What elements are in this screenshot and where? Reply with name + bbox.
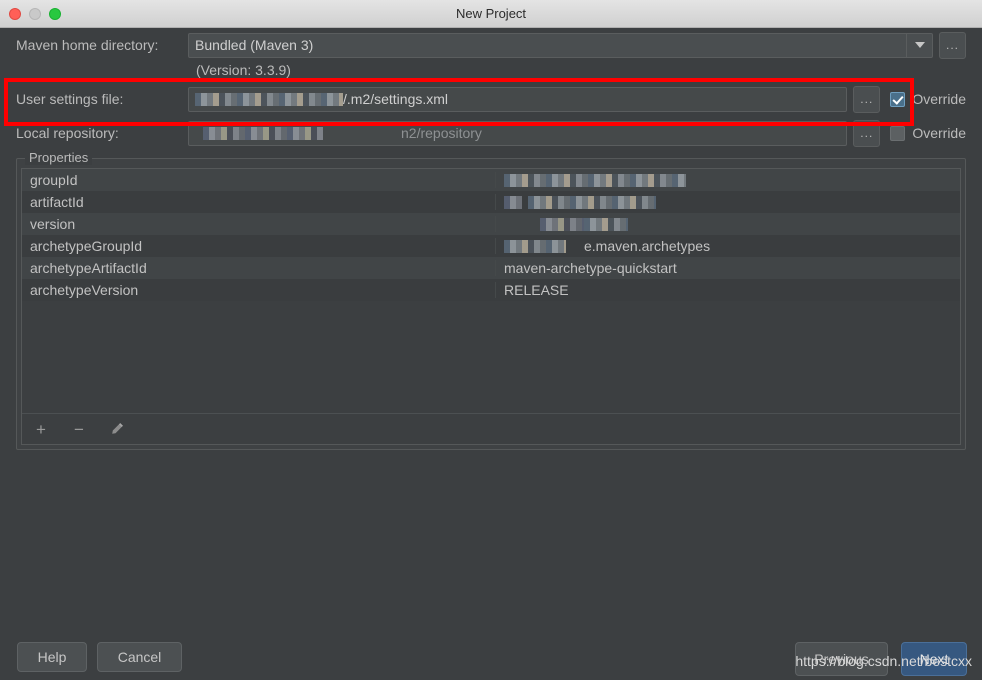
property-key: archetypeArtifactId bbox=[22, 260, 496, 276]
redacted-path-prefix bbox=[195, 92, 343, 106]
new-project-dialog: Maven home directory: Bundled (Maven 3) … bbox=[0, 28, 982, 680]
maven-home-browse-button[interactable]: ... bbox=[939, 31, 966, 59]
local-repository-override-group[interactable]: Override bbox=[890, 125, 966, 141]
watermark-text: https://blog.csdn.net/bestcxx bbox=[795, 653, 972, 669]
properties-toolbar: + − bbox=[22, 413, 960, 444]
local-repository-browse-button[interactable]: ... bbox=[853, 119, 881, 147]
table-row[interactable]: archetypeGroupId e.maven.archetypes bbox=[22, 235, 960, 257]
dialog-footer: Help Cancel Previous Next https://blog.c… bbox=[0, 626, 982, 680]
local-repository-value: n2/repository bbox=[401, 125, 482, 141]
help-button[interactable]: Help bbox=[17, 642, 87, 672]
maven-home-directory-combo[interactable]: Bundled (Maven 3) bbox=[188, 32, 933, 58]
window-controls bbox=[9, 7, 61, 20]
redacted-repo-prefix bbox=[203, 126, 323, 140]
local-repository-label: Local repository: bbox=[16, 125, 119, 141]
minimize-window-button[interactable] bbox=[29, 7, 41, 20]
table-row[interactable]: archetypeArtifactId maven-archetype-quic… bbox=[22, 257, 960, 279]
table-row[interactable]: artifactId bbox=[22, 191, 960, 213]
user-settings-browse-button[interactable]: ... bbox=[853, 85, 881, 113]
maven-home-directory-row: Maven home directory: Bundled (Maven 3) … bbox=[0, 28, 982, 62]
table-row[interactable]: version bbox=[22, 213, 960, 235]
property-key: archetypeGroupId bbox=[22, 238, 496, 254]
remove-property-icon[interactable]: − bbox=[70, 420, 88, 438]
user-settings-file-input[interactable]: /.m2/settings.xml bbox=[188, 86, 848, 112]
chevron-down-icon[interactable] bbox=[906, 33, 932, 57]
property-key: version bbox=[22, 216, 496, 232]
properties-panel: Properties groupId artifactId version ar… bbox=[16, 150, 966, 450]
close-window-button[interactable] bbox=[9, 7, 21, 20]
add-property-icon[interactable]: + bbox=[32, 420, 50, 438]
property-key: groupId bbox=[22, 172, 496, 188]
table-row[interactable]: archetypeVersion RELEASE bbox=[22, 279, 960, 301]
properties-table[interactable]: groupId artifactId version archetypeGrou… bbox=[22, 169, 960, 413]
maven-home-directory-value: Bundled (Maven 3) bbox=[195, 37, 314, 53]
property-value: RELEASE bbox=[504, 282, 569, 298]
user-settings-file-label: User settings file: bbox=[16, 91, 124, 107]
property-value bbox=[496, 194, 960, 210]
user-settings-override-checkbox[interactable] bbox=[890, 91, 906, 107]
edit-property-icon[interactable] bbox=[108, 420, 126, 438]
property-value: maven-archetype-quickstart bbox=[504, 260, 677, 276]
table-row[interactable]: groupId bbox=[22, 169, 960, 191]
user-settings-file-row: User settings file: /.m2/settings.xml ..… bbox=[0, 82, 982, 116]
property-value bbox=[496, 172, 960, 188]
maximize-window-button[interactable] bbox=[49, 7, 61, 20]
user-settings-file-value: /.m2/settings.xml bbox=[343, 91, 449, 107]
local-repository-input[interactable]: n2/repository bbox=[188, 120, 848, 146]
properties-legend: Properties bbox=[25, 150, 93, 165]
property-key: archetypeVersion bbox=[22, 282, 496, 298]
local-repository-row: Local repository: n2/repository ... Over… bbox=[0, 116, 982, 150]
cancel-button[interactable]: Cancel bbox=[97, 642, 182, 672]
maven-home-directory-label: Maven home directory: bbox=[16, 37, 159, 53]
maven-version-note: (Version: 3.3.9) bbox=[196, 62, 291, 78]
property-value bbox=[496, 216, 960, 232]
property-value: e.maven.archetypes bbox=[496, 238, 960, 254]
local-repository-override-checkbox[interactable] bbox=[890, 125, 906, 141]
local-repository-override-label: Override bbox=[912, 125, 966, 141]
window-title: New Project bbox=[455, 6, 527, 21]
window-titlebar: New Project bbox=[0, 0, 982, 28]
user-settings-override-label: Override bbox=[912, 91, 966, 107]
user-settings-override-group[interactable]: Override bbox=[890, 91, 966, 107]
properties-inner: groupId artifactId version archetypeGrou… bbox=[21, 168, 961, 445]
property-key: artifactId bbox=[22, 194, 496, 210]
